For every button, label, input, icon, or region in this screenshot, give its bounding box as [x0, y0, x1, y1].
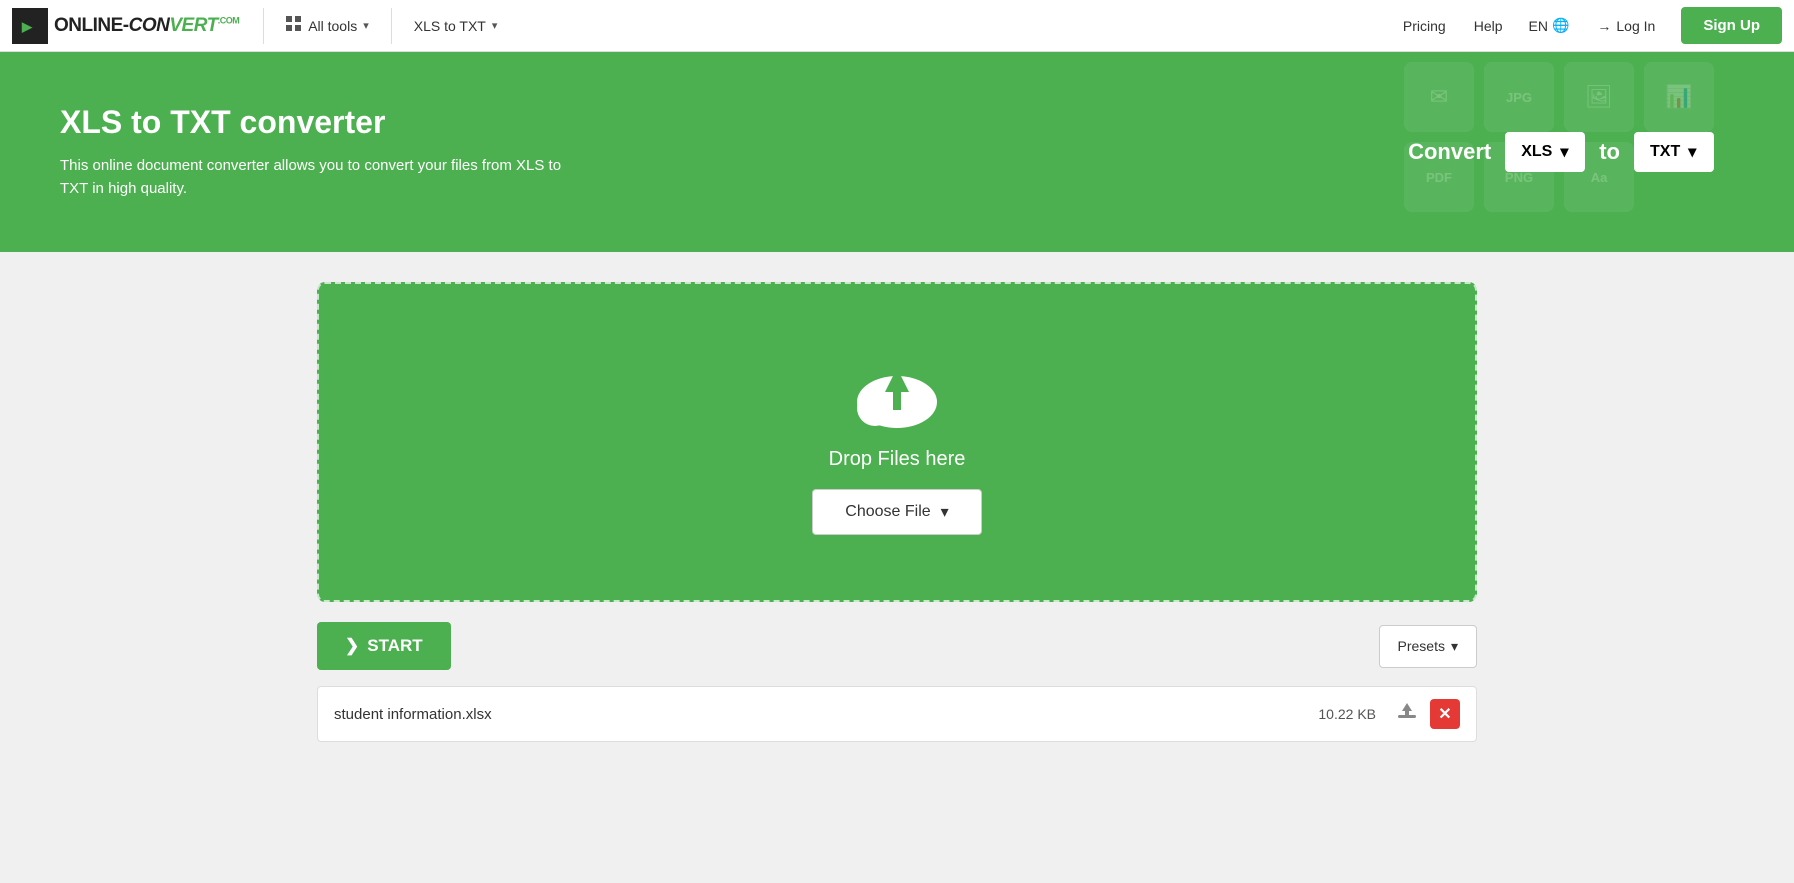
start-chevron-icon: ❯: [345, 636, 359, 656]
to-format-chevron-icon: ▾: [1688, 142, 1696, 162]
all-tools-chevron-icon: ▾: [363, 19, 369, 32]
bg-icon-chart: 📊: [1644, 62, 1714, 132]
logo-text: ONLINE-CONVERT.COM: [54, 15, 239, 37]
help-link[interactable]: Help: [1462, 10, 1515, 42]
presets-chevron-icon: ▾: [1451, 638, 1458, 655]
choose-file-chevron-icon: ▾: [941, 502, 949, 522]
bg-icon-jpg: JPG: [1484, 62, 1554, 132]
login-label: Log In: [1616, 18, 1655, 34]
hero-title: XLS to TXT converter: [60, 104, 1408, 141]
all-tools-label: All tools: [308, 18, 357, 34]
to-format-dropdown[interactable]: TXT ▾: [1634, 132, 1714, 172]
start-bar: ❯ START Presets ▾: [317, 622, 1477, 670]
converter-dropdown-button[interactable]: XLS to TXT ▾: [400, 10, 512, 42]
converter-label: XLS to TXT: [414, 18, 486, 34]
login-arrow-icon: →: [1597, 18, 1611, 34]
svg-text:▶: ▶: [21, 19, 33, 34]
pricing-link[interactable]: Pricing: [1391, 10, 1458, 42]
convert-label: Convert: [1408, 139, 1491, 165]
grid-icon: [286, 16, 302, 35]
login-button[interactable]: → Log In: [1583, 10, 1669, 42]
main-content: Drop Files here Choose File ▾ ❯ START Pr…: [297, 252, 1497, 772]
all-tools-button[interactable]: All tools ▾: [272, 8, 383, 43]
file-name: student information.xlsx: [334, 706, 1306, 723]
presets-button[interactable]: Presets ▾: [1379, 625, 1478, 668]
bg-icon-email: ✉: [1404, 62, 1474, 132]
nav-divider-1: [263, 8, 264, 44]
hero-convert-area: Convert XLS ▾ to TXT ▾: [1408, 132, 1714, 172]
hero-description: This online document converter allows yo…: [60, 155, 580, 200]
to-label: to: [1599, 139, 1620, 165]
remove-icon: ✕: [1438, 704, 1451, 724]
bg-icon-image: 🖼: [1564, 62, 1634, 132]
converter-chevron-icon: ▾: [492, 19, 498, 32]
file-size: 10.22 KB: [1318, 706, 1376, 722]
from-format-label: XLS: [1521, 143, 1552, 161]
navbar: ▶ ONLINE-CONVERT.COM All tools ▾ XLS to …: [0, 0, 1794, 52]
start-label: START: [367, 636, 422, 656]
dropzone[interactable]: Drop Files here Choose File ▾: [317, 282, 1477, 602]
from-format-dropdown[interactable]: XLS ▾: [1505, 132, 1585, 172]
signup-button[interactable]: Sign Up: [1681, 7, 1782, 44]
from-format-chevron-icon: ▾: [1560, 142, 1568, 162]
file-upload-icon[interactable]: [1396, 701, 1418, 728]
globe-icon: 🌐: [1552, 17, 1569, 34]
choose-file-button[interactable]: Choose File ▾: [812, 489, 981, 535]
choose-file-label: Choose File: [845, 503, 930, 521]
start-button[interactable]: ❯ START: [317, 622, 451, 670]
drop-text: Drop Files here: [829, 448, 966, 471]
logo-icon: ▶: [12, 8, 48, 44]
language-selector[interactable]: EN 🌐: [1519, 9, 1580, 42]
nav-divider-2: [391, 8, 392, 44]
nav-links: Pricing Help EN 🌐 → Log In Sign Up: [1391, 7, 1782, 44]
cloud-upload-icon: [847, 350, 947, 430]
file-row: student information.xlsx 10.22 KB ✕: [317, 686, 1477, 742]
to-format-label: TXT: [1650, 143, 1680, 161]
presets-label: Presets: [1398, 638, 1445, 654]
hero-banner: XLS to TXT converter This online documen…: [0, 52, 1794, 252]
lang-label: EN: [1529, 18, 1548, 34]
logo: ▶ ONLINE-CONVERT.COM: [12, 8, 239, 44]
file-remove-button[interactable]: ✕: [1430, 699, 1460, 729]
hero-content: XLS to TXT converter This online documen…: [60, 104, 1408, 200]
